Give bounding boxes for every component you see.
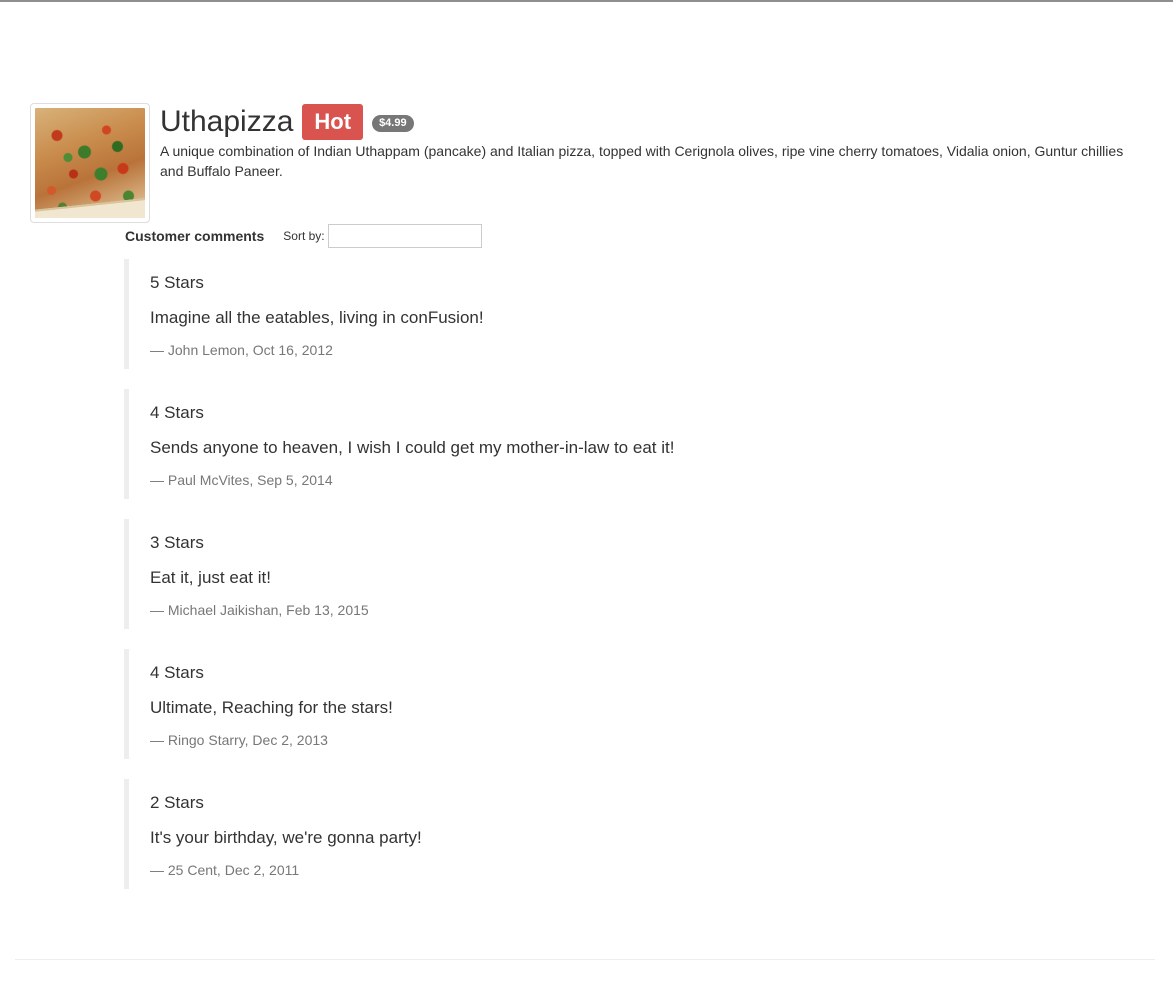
comment-author-date: — 25 Cent, Dec 2, 2011 bbox=[150, 862, 300, 878]
dish-name: Uthapizza bbox=[160, 105, 294, 138]
hot-label: Hot bbox=[302, 104, 364, 140]
window-top-border bbox=[0, 0, 1173, 2]
sort-input[interactable] bbox=[327, 224, 482, 248]
comment-rating: 3 Stars bbox=[150, 533, 204, 552]
comment-text: Sends anyone to heaven, I wish I could g… bbox=[150, 438, 675, 457]
comment-author-date: — John Lemon, Oct 16, 2012 bbox=[150, 342, 333, 358]
bottom-divider bbox=[15, 959, 1155, 960]
pizza-image bbox=[35, 108, 145, 218]
comment-item: 5 Stars Imagine all the eatables, living… bbox=[124, 259, 724, 369]
comment-rating: 4 Stars bbox=[150, 663, 204, 682]
comment-rating: 2 Stars bbox=[150, 793, 204, 812]
pizza-crust bbox=[35, 197, 145, 218]
dish-description: A unique combination of Indian Uthappam … bbox=[160, 143, 1124, 179]
comment-author-date: — Ringo Starry, Dec 2, 2013 bbox=[150, 732, 328, 748]
comment-item: 3 Stars Eat it, just eat it! — Michael J… bbox=[124, 519, 724, 629]
comment-item: 2 Stars It's your birthday, we're gonna … bbox=[124, 779, 724, 889]
comments-title: Customer comments bbox=[125, 228, 265, 244]
sort-label: Sort by: bbox=[283, 229, 325, 243]
dish-thumbnail bbox=[30, 103, 150, 223]
comment-item: 4 Stars Ultimate, Reaching for the stars… bbox=[124, 649, 724, 759]
dish-heading: Uthapizza Hot $4.99 bbox=[160, 102, 414, 142]
comment-text: Eat it, just eat it! bbox=[150, 568, 271, 587]
comment-author-date: — Paul McVites, Sep 5, 2014 bbox=[150, 472, 333, 488]
comment-rating: 4 Stars bbox=[150, 403, 204, 422]
comment-rating: 5 Stars bbox=[150, 273, 204, 292]
comment-author-date: — Michael Jaikishan, Feb 13, 2015 bbox=[150, 602, 369, 618]
price-badge: $4.99 bbox=[372, 114, 414, 132]
comments-header: Customer comments Sort by: bbox=[125, 223, 482, 249]
comment-text: Imagine all the eatables, living in conF… bbox=[150, 308, 484, 327]
comment-text: It's your birthday, we're gonna party! bbox=[150, 828, 422, 847]
comment-item: 4 Stars Sends anyone to heaven, I wish I… bbox=[124, 389, 724, 499]
comment-text: Ultimate, Reaching for the stars! bbox=[150, 698, 393, 717]
